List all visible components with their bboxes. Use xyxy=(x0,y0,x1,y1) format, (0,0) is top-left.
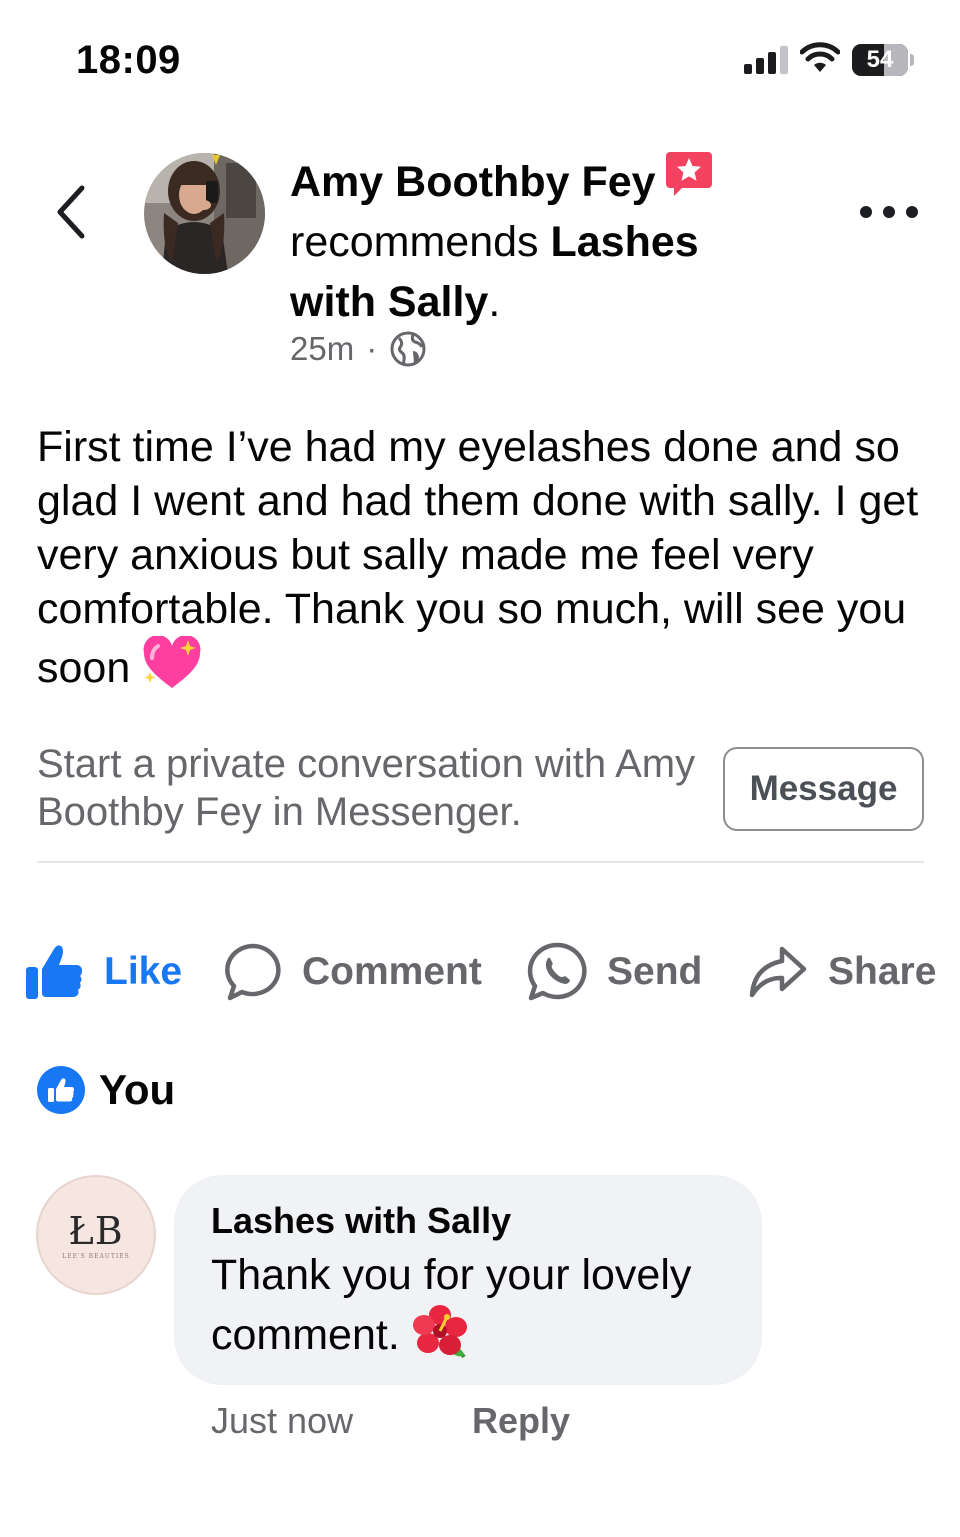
reactions-summary[interactable]: You xyxy=(37,1066,175,1114)
comment-button[interactable]: Comment xyxy=(222,930,482,1014)
page-name-continued[interactable]: with Sally xyxy=(290,278,488,326)
battery-icon: 54 xyxy=(852,44,914,76)
recommendation-badge-icon xyxy=(665,152,712,196)
share-button[interactable]: Share xyxy=(748,930,936,1014)
hibiscus-emoji xyxy=(412,1305,468,1375)
likes-text: You xyxy=(99,1066,176,1113)
divider xyxy=(37,861,924,863)
private-conversation-prompt: Start a private conversation with Amy Bo… xyxy=(37,742,696,834)
send-button[interactable]: Send xyxy=(527,930,702,1014)
battery-level: 54 xyxy=(866,46,894,73)
like-button[interactable]: Like xyxy=(24,930,182,1014)
action-bar: Like Comment Send Share xyxy=(0,930,960,1014)
message-button[interactable]: Message xyxy=(723,747,924,831)
post-meta: 25m · xyxy=(290,330,427,368)
comment-label: Comment xyxy=(302,950,482,993)
comment-text-block: Thank you for your lovely comment. xyxy=(211,1245,725,1375)
author-avatar[interactable] xyxy=(144,153,265,274)
commenter-logo-subtitle: LEE'S BEAUTIES xyxy=(62,1252,130,1260)
post-header: Amy Boothby Fey recommends Lashes with S… xyxy=(290,150,760,332)
commenter-logo: ŁB xyxy=(68,1208,124,1253)
more-options-icon xyxy=(860,206,872,218)
back-button[interactable] xyxy=(48,180,96,244)
like-label: Like xyxy=(104,950,183,993)
sparkling-heart-emoji xyxy=(142,635,202,705)
cellular-signal-icon xyxy=(744,46,788,74)
globe-icon xyxy=(390,331,426,367)
share-label: Share xyxy=(828,950,937,993)
back-chevron-icon xyxy=(57,185,85,239)
post-body: First time I’ve had my eyelashes done an… xyxy=(37,420,927,705)
comment-author[interactable]: Lashes with Sally xyxy=(211,1197,725,1245)
commenter-avatar[interactable]: ŁB LEE'S BEAUTIES xyxy=(36,1175,156,1295)
status-time: 18:09 xyxy=(76,38,181,82)
wifi-icon xyxy=(800,42,840,72)
send-label: Send xyxy=(607,950,703,993)
page-name[interactable]: Lashes xyxy=(550,218,698,266)
post-time[interactable]: 25m xyxy=(290,330,354,368)
comment-time: Just now xyxy=(211,1400,354,1441)
more-options-button[interactable] xyxy=(860,200,918,224)
share-icon xyxy=(749,946,807,998)
author-name[interactable]: Amy Boothby Fey xyxy=(290,158,656,206)
messenger-icon xyxy=(527,942,587,1001)
status-bar: 18:09 54 xyxy=(0,0,960,120)
meta-separator: · xyxy=(366,330,378,367)
reply-button[interactable]: Reply xyxy=(472,1400,570,1442)
comment-bubble: Lashes with Sally Thank you for your lov… xyxy=(174,1175,762,1385)
comment-icon xyxy=(225,943,281,1001)
header-period: . xyxy=(488,278,501,326)
recommends-text: recommends xyxy=(290,218,539,266)
like-reaction-icon xyxy=(37,1066,85,1114)
thumbs-up-icon xyxy=(26,945,82,999)
